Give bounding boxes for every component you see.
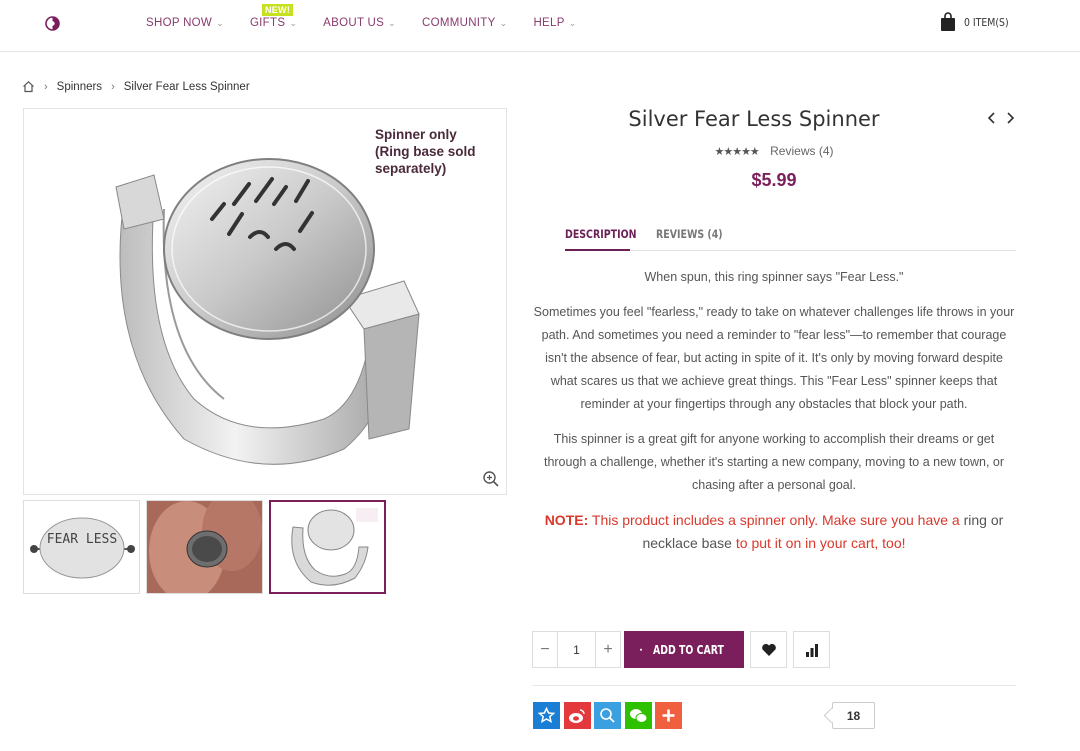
thumbnail-strip: FEAR LESS <box>23 500 392 594</box>
nav-gifts-label: GIFTS <box>249 17 286 29</box>
nav-community[interactable]: COMMUNITY ⌄ <box>422 17 507 29</box>
chevron-right-icon <box>1007 112 1015 124</box>
necklace-base-link[interactable]: necklace base <box>642 535 732 551</box>
wechat-icon <box>629 708 647 723</box>
note-text: or <box>990 512 1004 528</box>
rating-row: ★★★★★ Reviews (4) <box>532 144 1016 158</box>
increase-quantity-button[interactable]: + <box>596 632 620 667</box>
product-note: NOTE: This product includes a spinner on… <box>532 509 1016 555</box>
chevron-down-icon: ⌄ <box>499 18 508 28</box>
description-paragraph: When spun, this ring spinner says "Fear … <box>644 270 904 284</box>
chevron-down-icon: ⌄ <box>289 18 298 28</box>
caption-line: (Ring base sold <box>375 144 476 159</box>
share-favorite-button[interactable] <box>533 702 560 729</box>
nav-about-us[interactable]: ABOUT US ⌄ <box>323 17 396 29</box>
weibo-icon <box>569 708 585 723</box>
nav-shop-now[interactable]: SHOP NOW ⌄ <box>146 17 224 29</box>
image-caption: Spinner only (Ring base sold separately) <box>375 126 476 177</box>
caption-line: Spinner only <box>375 127 457 142</box>
site-header: SHOP NOW ⌄ NEW! GIFTS ⌄ ABOUT US ⌄ COMMUNIT… <box>0 0 1080 52</box>
nav-help-label: HELP <box>533 17 565 29</box>
new-badge: NEW! <box>261 4 294 16</box>
bar-chart-icon <box>805 643 818 657</box>
cart-count: 0 ITEM(S) <box>963 15 1009 29</box>
product-main-image[interactable]: Spinner only (Ring base sold separately) <box>23 108 507 495</box>
zoom-icon[interactable] <box>482 470 500 488</box>
breadcrumb-current: Silver Fear Less Spinner <box>123 80 250 93</box>
chevron-down-icon: ⌄ <box>388 18 396 28</box>
share-count: 18 <box>832 702 875 729</box>
quantity-stepper: − 1 + <box>532 631 621 668</box>
tab-reviews[interactable]: REVIEWS (4) <box>656 227 723 241</box>
breadcrumb-separator: › <box>44 80 48 93</box>
thumbnail-3[interactable] <box>269 500 386 594</box>
breadcrumb-spinners[interactable]: Spinners <box>57 81 102 93</box>
nav-shop-now-label: SHOP NOW <box>146 17 213 29</box>
spinner-disc-image: FEAR LESS <box>30 517 135 579</box>
star-icon <box>538 707 555 723</box>
star-rating-icon: ★★★★★ <box>714 146 759 158</box>
heart-icon <box>761 643 776 656</box>
share-buttons <box>533 702 686 729</box>
product-title: Silver Fear Less Spinner <box>628 107 880 131</box>
plus-icon <box>662 709 675 722</box>
note-label: NOTE: <box>544 512 589 528</box>
thumbnail-1[interactable]: FEAR LESS <box>23 500 140 594</box>
shopping-bag-icon <box>940 12 955 31</box>
nav-about-us-label: ABOUT US <box>323 17 385 29</box>
compare-button[interactable] <box>793 631 830 668</box>
ring-thumb-image <box>291 508 378 586</box>
divider <box>532 685 1016 686</box>
nav-community-label: COMMUNITY <box>421 17 496 29</box>
main-nav: SHOP NOW ⌄ NEW! GIFTS ⌄ ABOUT US ⌄ COMMUNIT… <box>146 4 603 29</box>
tab-description[interactable]: DESCRIPTION <box>565 227 637 241</box>
hand-ring-image <box>147 501 262 593</box>
note-text: to put it on in your cart, too! <box>735 535 906 551</box>
breadcrumb-separator: › <box>111 80 115 93</box>
product-description: When spun, this ring spinner says "Fear … <box>532 266 1016 555</box>
share-more-button[interactable] <box>655 702 682 729</box>
product-nav <box>983 109 1019 127</box>
shopping-bag-icon <box>640 648 642 651</box>
share-qzone-button[interactable] <box>594 702 621 729</box>
prev-product-button[interactable] <box>983 109 1001 127</box>
chevron-left-icon <box>987 112 995 124</box>
reviews-link[interactable]: Reviews (4) <box>770 144 833 158</box>
thumbnail-2[interactable] <box>146 500 263 594</box>
home-icon[interactable] <box>22 80 35 93</box>
product-tabs: DESCRIPTION REVIEWS (4) <box>565 224 1016 251</box>
chevron-down-icon: ⌄ <box>568 18 577 28</box>
nav-help[interactable]: HELP ⌄ <box>533 17 576 29</box>
logo-icon[interactable] <box>44 15 61 32</box>
quantity-input[interactable]: 1 <box>557 632 596 667</box>
chevron-down-icon: ⌄ <box>216 18 224 28</box>
nav-gifts[interactable]: NEW! GIFTS ⌄ <box>249 4 298 29</box>
active-tab-indicator <box>565 249 630 251</box>
add-to-cart-label: ADD TO CART <box>653 642 724 657</box>
header-cart[interactable]: 0 ITEM(S) <box>940 12 1016 32</box>
description-paragraph: Sometimes you feel "fearless," ready to … <box>533 305 1015 411</box>
share-wechat-button[interactable] <box>624 702 652 729</box>
breadcrumb: › Spinners › Silver Fear Less Spinner <box>22 80 250 93</box>
add-to-cart-button[interactable]: ADD TO CART <box>624 631 744 668</box>
description-paragraph: This spinner is a great gift for anyone … <box>543 432 1005 492</box>
ring-base-link[interactable]: ring <box>964 512 987 528</box>
qzone-icon <box>600 708 615 723</box>
note-text: This product includes a spinner only. Ma… <box>591 512 960 528</box>
decrease-quantity-button[interactable]: − <box>533 632 557 667</box>
wishlist-button[interactable] <box>750 631 787 668</box>
caption-line: separately) <box>375 161 447 176</box>
share-weibo-button[interactable] <box>563 702 591 729</box>
product-price: $5.99 <box>751 170 797 190</box>
spinner-engraving: FEAR LESS <box>47 532 117 547</box>
next-product-button[interactable] <box>1001 109 1019 127</box>
